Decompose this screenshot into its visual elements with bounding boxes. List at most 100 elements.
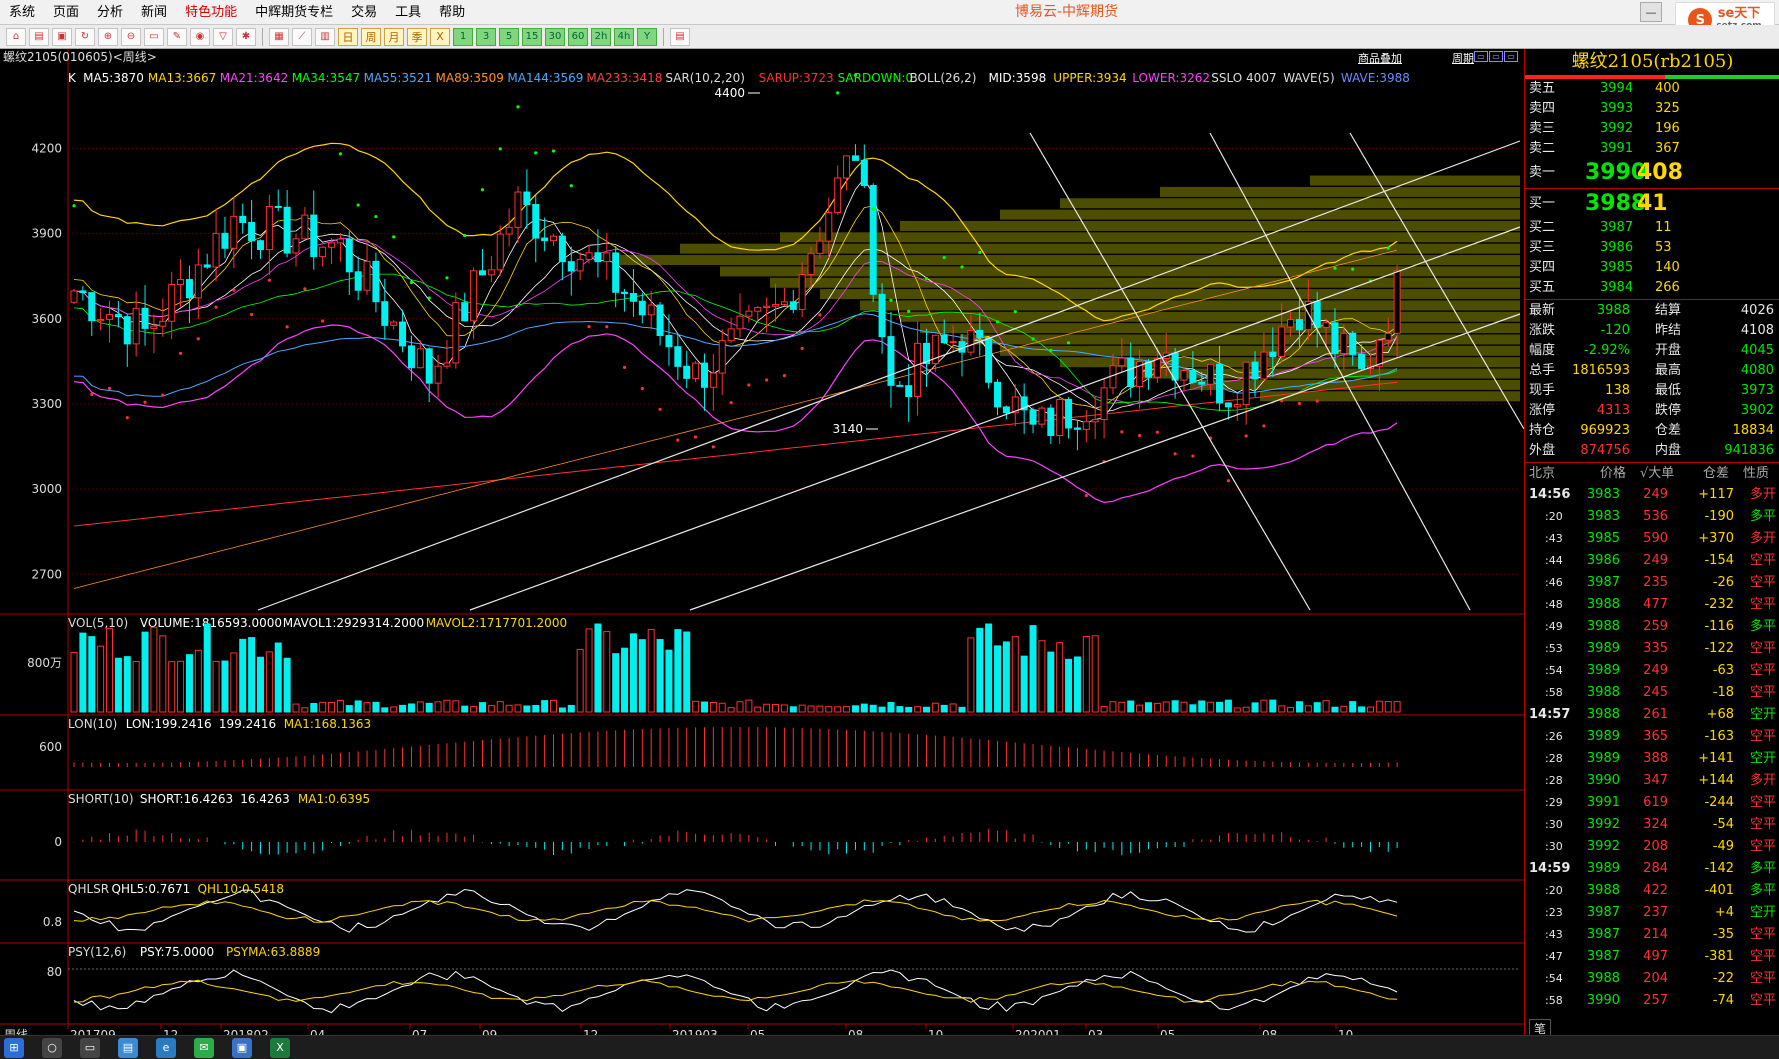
sar-dot xyxy=(694,435,698,439)
zoom-out-icon[interactable]: ⊖ xyxy=(121,27,141,46)
tick-chart-icon[interactable]: ▥ xyxy=(315,27,335,46)
menu-item[interactable]: 系统 xyxy=(0,0,44,25)
candle-body xyxy=(1029,409,1037,425)
bid-row[interactable]: 买一 3988 41 xyxy=(1525,190,1779,218)
period-button[interactable]: X xyxy=(430,27,450,46)
zoom-in-icon[interactable]: ⊕ xyxy=(98,27,118,46)
ask-row[interactable]: 卖四 3993 325 xyxy=(1525,99,1779,119)
tick-row[interactable]: :54 3989 249 -63 空平 xyxy=(1525,660,1779,682)
menu-item[interactable]: 分析 xyxy=(88,0,132,25)
ask-row[interactable]: 卖一 3990 408 xyxy=(1525,159,1779,187)
tick-row[interactable]: :48 3988 477 -232 空平 xyxy=(1525,594,1779,616)
doc-icon[interactable]: ▤ xyxy=(29,27,49,46)
bid-row[interactable]: 买二 3987 11 xyxy=(1525,218,1779,238)
minute-period-button[interactable]: Y xyxy=(637,27,657,46)
zoom-in-icon[interactable]: ▭ xyxy=(1474,51,1488,62)
tick-nature: 空平 xyxy=(1749,993,1776,1008)
menu-item[interactable]: 新闻 xyxy=(132,0,176,25)
tick-row[interactable]: :28 3990 347 +144 多开 xyxy=(1525,770,1779,792)
minute-period-button[interactable]: 30 xyxy=(545,27,565,46)
minimize-icon[interactable]: — xyxy=(1640,2,1662,22)
date-tick-label: 08 xyxy=(1262,1028,1277,1035)
app-icon[interactable]: ▣ xyxy=(232,1037,252,1058)
tick-row[interactable]: :49 3988 259 -116 多平 xyxy=(1525,616,1779,638)
tick-row[interactable]: :29 3991 619 -244 空平 xyxy=(1525,792,1779,814)
ask-row[interactable]: 卖三 3992 196 xyxy=(1525,119,1779,139)
tick-row[interactable]: :54 3988 204 -22 空平 xyxy=(1525,968,1779,990)
period-button[interactable]: 日 xyxy=(338,27,358,46)
browser-icon[interactable]: e xyxy=(156,1037,176,1058)
start-icon[interactable]: ⊞ xyxy=(4,1037,24,1058)
menu-item[interactable]: 工具 xyxy=(386,0,430,25)
minute-period-button[interactable]: 1 xyxy=(453,27,473,46)
tick-row[interactable]: :46 3987 235 -26 空平 xyxy=(1525,572,1779,594)
logo-text: se天下 xyxy=(1717,6,1761,21)
grid-icon[interactable]: ▦ xyxy=(269,27,289,46)
zoom-out-icon[interactable]: ▭ xyxy=(1489,51,1503,62)
chart-area[interactable]: 4200 3900 3600 3300 3000 2700 4400 3140 K MA5:387… xyxy=(0,49,1524,1035)
minute-period-button[interactable]: 5 xyxy=(499,27,519,46)
menu-item[interactable]: 页面 xyxy=(44,0,88,25)
period-button[interactable]: 周 xyxy=(361,27,381,46)
excel-icon[interactable]: X xyxy=(270,1037,290,1058)
minute-period-button[interactable]: 4h xyxy=(614,27,634,46)
stat-label: 仓差 xyxy=(1655,423,1682,438)
menu-item[interactable]: 中辉期货专栏 xyxy=(246,0,342,25)
period-button[interactable]: 月 xyxy=(384,27,404,46)
bid-row[interactable]: 买三 3986 53 xyxy=(1525,238,1779,258)
kline-chart[interactable]: 4200 3900 3600 3300 3000 2700 4400 3140 K MA5:387… xyxy=(0,49,1524,1035)
minute-period-button[interactable]: 15 xyxy=(522,27,542,46)
ask-row[interactable]: 卖二 3991 367 xyxy=(1525,139,1779,159)
minute-period-button[interactable]: 2h xyxy=(591,27,611,46)
tick-row[interactable]: :28 3989 388 +141 空开 xyxy=(1525,748,1779,770)
calendar-icon[interactable]: ▤ xyxy=(670,27,690,46)
period-button[interactable]: 季 xyxy=(407,27,427,46)
period-button[interactable]: 周期 xyxy=(1452,50,1474,66)
window-icon[interactable]: ▭ xyxy=(144,27,164,46)
explorer-icon[interactable]: ▤ xyxy=(118,1037,138,1058)
task-view-icon[interactable]: ▭ xyxy=(80,1037,100,1058)
commodity-overlay-button[interactable]: 商品叠加 xyxy=(1358,50,1402,66)
tick-row[interactable]: :30 3992 208 -49 空平 xyxy=(1525,836,1779,858)
bid-row[interactable]: 买五 3984 266 xyxy=(1525,278,1779,298)
home-icon[interactable]: ⌂ xyxy=(6,27,26,46)
tick-row[interactable]: :43 3985 590 +370 多开 xyxy=(1525,528,1779,550)
folder-icon[interactable]: ▣ xyxy=(52,27,72,46)
tick-row[interactable]: 14:56 3983 249 +117 多开 xyxy=(1525,484,1779,506)
filter-icon[interactable]: ▽ xyxy=(213,27,233,46)
tick-row[interactable]: :58 3990 257 -74 空平 xyxy=(1525,990,1779,1012)
pen-icon[interactable]: ✎ xyxy=(167,27,187,46)
minute-period-button[interactable]: 3 xyxy=(476,27,496,46)
search-icon[interactable]: ○ xyxy=(42,1037,62,1058)
tick-row[interactable]: :47 3987 497 -381 空平 xyxy=(1525,946,1779,968)
bid-row[interactable]: 买四 3985 140 xyxy=(1525,258,1779,278)
stat-value: -120 xyxy=(1600,323,1630,338)
wechat-icon[interactable]: ✉ xyxy=(194,1037,214,1058)
tag-icon[interactable]: ✱ xyxy=(236,27,256,46)
tick-row[interactable]: :53 3989 335 -122 空平 xyxy=(1525,638,1779,660)
menu-item[interactable]: 特色功能 xyxy=(176,0,246,25)
trend-icon[interactable]: ⟋ xyxy=(292,27,312,46)
alert-icon[interactable]: ◉ xyxy=(190,27,210,46)
tick-row[interactable]: :58 3988 245 -18 空平 xyxy=(1525,682,1779,704)
ask-row[interactable]: 卖五 3994 400 xyxy=(1525,79,1779,99)
tick-row[interactable]: :20 3983 536 -190 多平 xyxy=(1525,506,1779,528)
minute-period-button[interactable]: 60 xyxy=(568,27,588,46)
volume-bar xyxy=(1384,701,1392,713)
sar-dot xyxy=(90,392,94,397)
volume-bar xyxy=(1056,642,1064,713)
menu-item[interactable]: 帮助 xyxy=(430,0,474,25)
ask-volume: 400 xyxy=(1655,81,1680,96)
menu-item[interactable]: 交易 xyxy=(342,0,386,25)
tick-row[interactable]: 14:59 3989 284 -142 多平 xyxy=(1525,858,1779,880)
tick-row[interactable]: :26 3989 365 -163 空平 xyxy=(1525,726,1779,748)
tick-row[interactable]: :44 3986 249 -154 空平 xyxy=(1525,550,1779,572)
tick-row[interactable]: 14:57 3988 261 +68 空开 xyxy=(1525,704,1779,726)
refresh-icon[interactable]: ↻ xyxy=(75,27,95,46)
tick-row[interactable]: :20 3988 422 -401 多平 xyxy=(1525,880,1779,902)
tick-row[interactable]: :23 3987 237 +4 空开 xyxy=(1525,902,1779,924)
tick-row[interactable]: :30 3992 324 -54 空平 xyxy=(1525,814,1779,836)
tick-oi-change: +117 xyxy=(1698,487,1734,502)
tick-row[interactable]: :43 3987 214 -35 空平 xyxy=(1525,924,1779,946)
zoom-fit-icon[interactable]: ▭ xyxy=(1504,51,1518,62)
